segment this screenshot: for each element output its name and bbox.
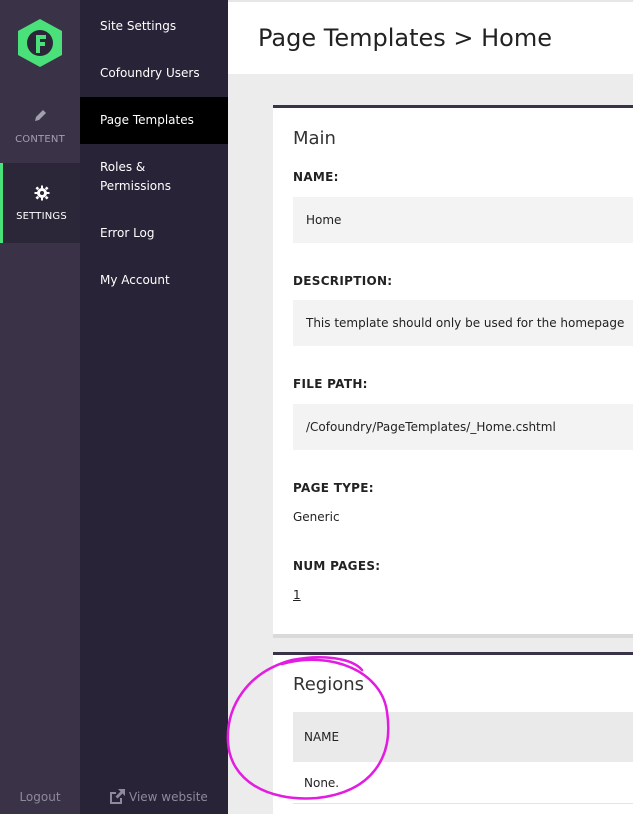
- gear-icon: [3, 185, 80, 205]
- main-card: Main NAME: Home DESCRIPTION: This templa…: [273, 105, 633, 634]
- rail-item-settings[interactable]: SETTINGS: [0, 163, 80, 243]
- page-type-label: PAGE TYPE:: [293, 481, 374, 495]
- regions-card-title: Regions: [293, 674, 364, 695]
- rail-item-content[interactable]: CONTENT: [0, 86, 80, 166]
- num-pages-label: NUM PAGES:: [293, 559, 381, 573]
- cofoundry-logo-icon[interactable]: [16, 18, 64, 68]
- nav-item-my-account[interactable]: My Account: [80, 271, 228, 290]
- rail-item-label: SETTINGS: [16, 211, 67, 222]
- main-card-title: Main: [293, 128, 336, 149]
- pencil-icon: [0, 108, 80, 128]
- name-value: Home: [293, 197, 633, 243]
- page-header: Page Templates > Home: [228, 0, 633, 74]
- num-pages-link[interactable]: 1: [293, 588, 301, 602]
- nav-item-roles-permissions[interactable]: Roles & Permissions: [80, 158, 228, 196]
- file-path-label: FILE PATH:: [293, 377, 368, 391]
- logout-link[interactable]: Logout: [0, 790, 80, 804]
- view-website-label: View website: [129, 790, 208, 804]
- page-type-value: Generic: [293, 510, 340, 524]
- description-label: DESCRIPTION:: [293, 274, 393, 288]
- settings-nav: Site Settings Cofoundry Users Page Templ…: [80, 0, 228, 814]
- rail-item-label: CONTENT: [15, 134, 65, 145]
- regions-card: Regions NAME None.: [273, 652, 633, 814]
- icon-rail: CONTENT SETTINGS Logout: [0, 0, 80, 814]
- nav-item-site-settings[interactable]: Site Settings: [80, 17, 228, 36]
- regions-table-header: NAME: [293, 712, 633, 762]
- nav-item-page-templates[interactable]: Page Templates: [80, 97, 228, 144]
- name-label: NAME:: [293, 170, 339, 184]
- card-divider: [273, 634, 633, 638]
- nav-item-cofoundry-users[interactable]: Cofoundry Users: [80, 64, 228, 83]
- page-title: Page Templates > Home: [258, 24, 552, 52]
- table-row: None.: [293, 762, 633, 804]
- description-value: This template should only be used for th…: [293, 300, 633, 346]
- file-path-value: /Cofoundry/PageTemplates/_Home.cshtml: [293, 404, 633, 450]
- view-website-link[interactable]: View website: [108, 788, 208, 804]
- external-link-icon: [110, 789, 125, 804]
- nav-item-error-log[interactable]: Error Log: [80, 224, 228, 243]
